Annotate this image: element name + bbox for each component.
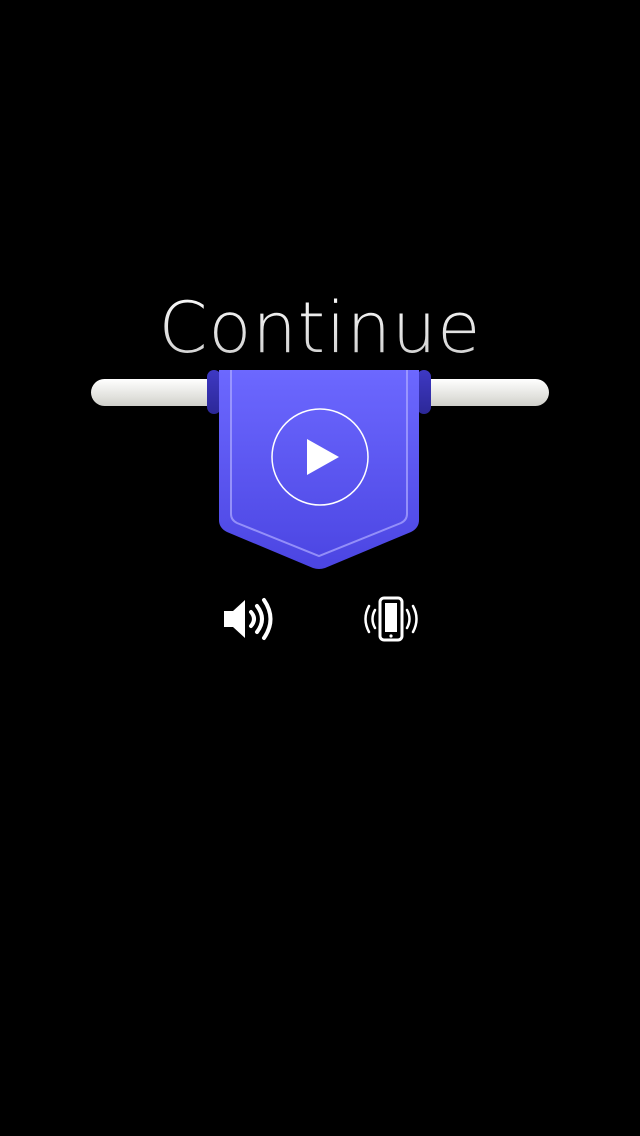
banner-fold-left	[207, 370, 221, 414]
play-icon	[307, 439, 339, 475]
banner-fold-right	[417, 370, 431, 414]
vibration-toggle-button[interactable]	[361, 594, 421, 644]
speaker-icon	[224, 598, 273, 640]
sound-toggle-button[interactable]	[219, 594, 279, 644]
play-button[interactable]	[270, 407, 370, 507]
phone-vibrate-icon	[364, 596, 418, 642]
continue-title: Continue	[0, 286, 640, 370]
pause-screen: Continue	[0, 0, 640, 1136]
